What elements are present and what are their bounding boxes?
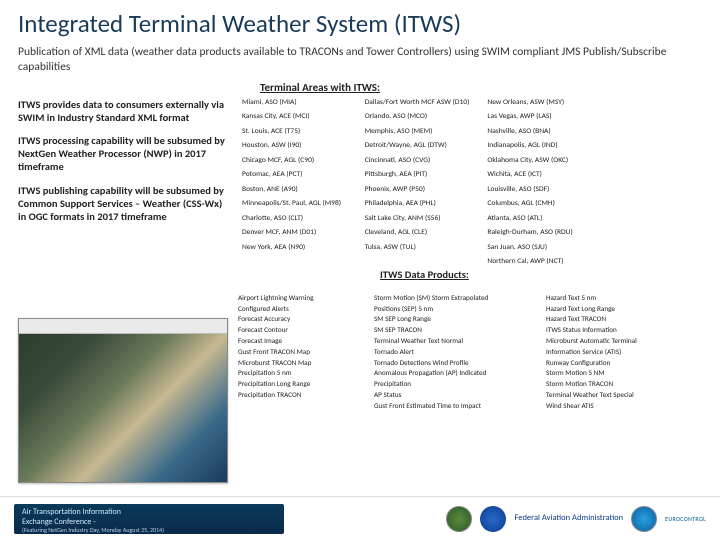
product-item: Positions (SEP) 5 nm: [374, 304, 530, 315]
terminal-item: Dallas/Fort Worth MCF ASW (D10): [365, 98, 470, 109]
map-screenshot: [18, 318, 228, 483]
bullet-css-wx-2017: ITWS publishing capability will be subsu…: [18, 184, 228, 223]
product-item: Forecast Contour: [238, 325, 358, 336]
terminal-item: [242, 257, 347, 268]
terminal-item: Salt Lake City, ANM (S56): [365, 214, 470, 225]
product-item: Precipitation: [374, 379, 530, 390]
terminal-item: Raleigh-Durham, ASO (RDU): [487, 228, 592, 239]
product-item: Airport Lightning Warning: [238, 293, 358, 304]
terminal-item: Atlanta, ASO (ATL): [487, 214, 592, 225]
terminal-item: Detroit/Wayne, AGL (DTW): [365, 141, 470, 152]
eurocontrol-logo-icon: [631, 506, 657, 532]
terminal-item: New Orleans, ASW (MSY): [487, 98, 592, 109]
product-item: Storm Motion (SM) Storm Extrapolated: [374, 293, 530, 304]
terminal-item: Wichita, ACE (ICT): [487, 170, 592, 181]
terminal-item: Houston, ASW (I90): [242, 141, 347, 152]
banner-line-1: Air Transportation Information: [22, 507, 276, 517]
product-item: Precipitation TRACON: [238, 390, 358, 401]
slide-subtitle: Publication of XML data (weather data pr…: [0, 41, 720, 79]
eurocontrol-label: EUROCONTROL: [665, 515, 706, 523]
terminal-item: Denver MCF, ANM (D01): [242, 228, 347, 239]
terminal-item: Oklahoma City, ASW (OKC): [487, 156, 592, 167]
banner-line-3: (Featuring NetGen Industry Day, Monday A…: [22, 527, 276, 535]
faa-logo-icon: [480, 506, 506, 532]
terminal-item: Kansas City, ACE (MCI): [242, 112, 347, 123]
product-item: Tornado Alert: [374, 347, 530, 358]
terminal-area-grid: Miami, ASO (MIA) Dallas/Fort Worth MCF AS…: [242, 98, 592, 268]
product-item: Microburst Automatic Terminal: [546, 336, 702, 347]
product-item: Gust Front Estimated Time to Impact: [374, 401, 530, 412]
product-item: Storm Motion TRACON: [546, 379, 702, 390]
product-item: Forecast Image: [238, 336, 358, 347]
terminal-item: San Juan, ASO (SJU): [487, 243, 592, 254]
terminal-item: Pittsburgh, AEA (PIT): [365, 170, 470, 181]
product-item: Information Service (ATIS): [546, 347, 702, 358]
product-item: Runway Configuration: [546, 358, 702, 369]
terminal-item: Northern Cal, AWP (NCT): [487, 257, 592, 268]
terminal-item: Nashville, ASO (BNA): [487, 127, 592, 138]
terminal-item: Tulsa, ASW (TUL): [365, 243, 470, 254]
product-item: Microburst TRACON Map: [238, 358, 358, 369]
product-item: Wind Shear ATIS: [546, 401, 702, 412]
slide-title: Integrated Terminal Weather System (ITWS…: [0, 0, 720, 41]
product-item: Configured Alerts: [238, 304, 358, 315]
product-item: Tornado Detections Wind Profile: [374, 358, 530, 369]
terminal-areas-header: Terminal Areas with ITWS:: [0, 79, 720, 98]
terminal-item: Potomac, AEA (PCT): [242, 170, 347, 181]
product-item: Storm Motion 5 NM: [546, 368, 702, 379]
product-item: SM SEP TRACON: [374, 325, 530, 336]
products-column-2: Storm Motion (SM) Storm ExtrapolatedPosi…: [374, 293, 530, 412]
product-item: Gust Front TRACON Map: [238, 347, 358, 358]
data-products-header: ITWS Data Products:: [380, 268, 469, 281]
bullet-nwp-2017: ITWS processing capability will be subsu…: [18, 134, 228, 173]
product-item: Precipitation 5 nm: [238, 368, 358, 379]
product-item: ITWS Status Information: [546, 325, 702, 336]
terminal-item: New York, AEA (N90): [242, 243, 347, 254]
banner-line-2: Exchange Conference -: [22, 517, 276, 527]
product-item: Precipitation Long Range: [238, 379, 358, 390]
products-column-3: Hazard Text 5 nmHazard Text Long RangeHa…: [546, 293, 702, 412]
product-item: Terminal Weather Text Normal: [374, 336, 530, 347]
product-item: Anomalous Propagation (AP) Indicated: [374, 368, 530, 379]
product-item: Terminal Weather Text Special: [546, 390, 702, 401]
bullet-swim-xml: ITWS provides data to consumers external…: [18, 98, 228, 124]
terminal-item: Philadelphia, AEA (PHL): [365, 199, 470, 210]
terminal-item: Charlotte, ASO (CLT): [242, 214, 347, 225]
products-column-1: Airport Lightning WarningConfigured Aler…: [238, 293, 358, 412]
terminal-item: Cincinnati, ASO (CVG): [365, 156, 470, 167]
terminal-item: Minneapolis/St. Paul, AGL (M98): [242, 199, 347, 210]
faa-label: Federal Aviation Administration: [514, 514, 623, 523]
terminal-item: Memphis, ASO (MEM): [365, 127, 470, 138]
terminal-item: St. Louis, ACE (T75): [242, 127, 347, 138]
terminal-item: Indianapolis, AGL (IND): [487, 141, 592, 152]
product-item: SM SEP Long Range: [374, 314, 530, 325]
terminal-item: Boston, ANE (A90): [242, 185, 347, 196]
terminal-item: Miami, ASO (MIA): [242, 98, 347, 109]
product-item: Hazard Text TRACON: [546, 314, 702, 325]
terminal-item: Cleveland, AGL (CLE): [365, 228, 470, 239]
seal-icon: [446, 506, 472, 532]
product-item: Hazard Text 5 nm: [546, 293, 702, 304]
product-item: Hazard Text Long Range: [546, 304, 702, 315]
footer-bar: Air Transportation Information Exchange …: [0, 496, 720, 540]
terminal-item: Louisville, ASO (SDF): [487, 185, 592, 196]
product-item: Forecast Accuracy: [238, 314, 358, 325]
terminal-item: Las Vegas, AWP (LAS): [487, 112, 592, 123]
terminal-item: Orlando, ASO (MCO): [365, 112, 470, 123]
conference-banner: Air Transportation Information Exchange …: [14, 504, 284, 534]
terminal-item: Chicago MCF, AGL (C90): [242, 156, 347, 167]
terminal-item: Phoenix, AWP (P50): [365, 185, 470, 196]
product-item: AP Status: [374, 390, 530, 401]
terminal-item: Columbus, AGL (CMH): [487, 199, 592, 210]
